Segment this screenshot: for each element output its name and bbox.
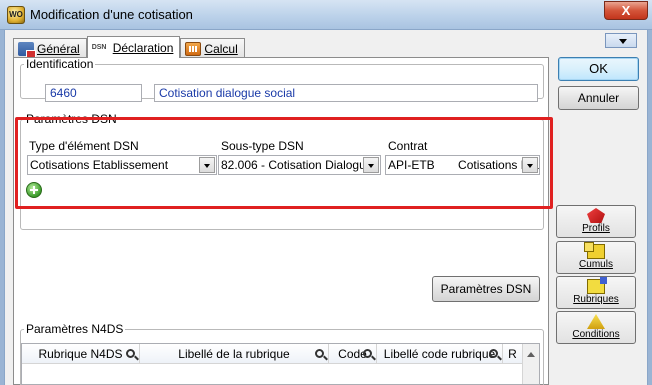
search-icon[interactable] — [315, 349, 324, 358]
rubriques-icon — [587, 277, 607, 294]
column-header-r[interactable]: R — [503, 344, 523, 364]
identification-group: Identification 6460 Cotisation dialogue … — [20, 57, 544, 102]
vertical-scrollbar[interactable] — [522, 344, 539, 384]
search-icon[interactable] — [363, 349, 372, 358]
app-logo-icon: WO — [7, 6, 25, 24]
calculator-icon — [185, 41, 202, 56]
column-label: Libellé de la rubrique — [178, 347, 290, 361]
tab-general[interactable]: Général — [13, 38, 87, 58]
identification-legend: Identification — [26, 57, 94, 71]
employee-card-icon — [18, 41, 36, 58]
title-bar: WO Modification d'une cotisation X — [0, 0, 652, 30]
libelle-field[interactable]: Cotisation dialogue social — [154, 84, 538, 102]
parametres-n4ds-legend: Paramètres N4DS — [26, 322, 124, 336]
column-header-libelle[interactable]: Libellé de la rubrique — [140, 344, 329, 364]
tab-label: Général — [37, 41, 80, 56]
declaration-panel: Identification 6460 Cotisation dialogue … — [13, 57, 549, 385]
column-header-libelle-code[interactable]: Libellé code rubrique — [377, 344, 503, 364]
close-button[interactable]: X — [604, 1, 648, 20]
search-icon[interactable] — [126, 349, 135, 358]
rubriques-button[interactable]: Rubriques — [556, 276, 636, 309]
tab-label: Déclaration — [112, 40, 174, 55]
button-label: Profils — [582, 223, 610, 234]
options-dropdown-button[interactable] — [605, 33, 637, 48]
tab-label: Calcul — [204, 41, 238, 56]
button-label: Conditions — [572, 329, 620, 340]
ok-button[interactable]: OK — [558, 57, 639, 81]
conditions-button[interactable]: Conditions — [556, 311, 636, 344]
table-header: Rubrique N4DS Libellé de la rubrique Cod… — [22, 344, 539, 364]
profils-button[interactable]: Profils — [556, 205, 636, 238]
tab-calcul[interactable]: Calcul — [180, 38, 245, 58]
tab-declaration[interactable]: DSN Déclaration — [86, 36, 181, 58]
conditions-icon — [587, 314, 605, 329]
column-header-rubrique[interactable]: Rubrique N4DS — [22, 344, 140, 364]
column-header-code[interactable]: Code — [329, 344, 377, 364]
button-label: Cumuls — [579, 259, 613, 270]
n4ds-table[interactable]: Rubrique N4DS Libellé de la rubrique Cod… — [21, 343, 540, 385]
code-field[interactable]: 6460 — [45, 84, 142, 102]
window-title: Modification d'une cotisation — [30, 7, 193, 22]
column-label: R — [508, 347, 517, 361]
highlight-box — [15, 117, 553, 209]
column-label: Libellé code rubrique — [383, 347, 496, 361]
parametres-dsn-button[interactable]: Paramètres DSN — [432, 276, 540, 302]
dsn-icon: DSN — [91, 43, 107, 51]
search-icon[interactable] — [489, 349, 498, 358]
tab-bar: Général DSN Déclaration Calcul — [13, 36, 245, 58]
column-label: Rubrique N4DS — [38, 347, 123, 361]
cumuls-button[interactable]: Cumuls — [556, 241, 636, 274]
cumuls-icon — [584, 242, 605, 259]
profiles-icon — [587, 208, 605, 223]
cancel-button[interactable]: Annuler — [558, 86, 639, 110]
button-label: Rubriques — [573, 294, 619, 305]
